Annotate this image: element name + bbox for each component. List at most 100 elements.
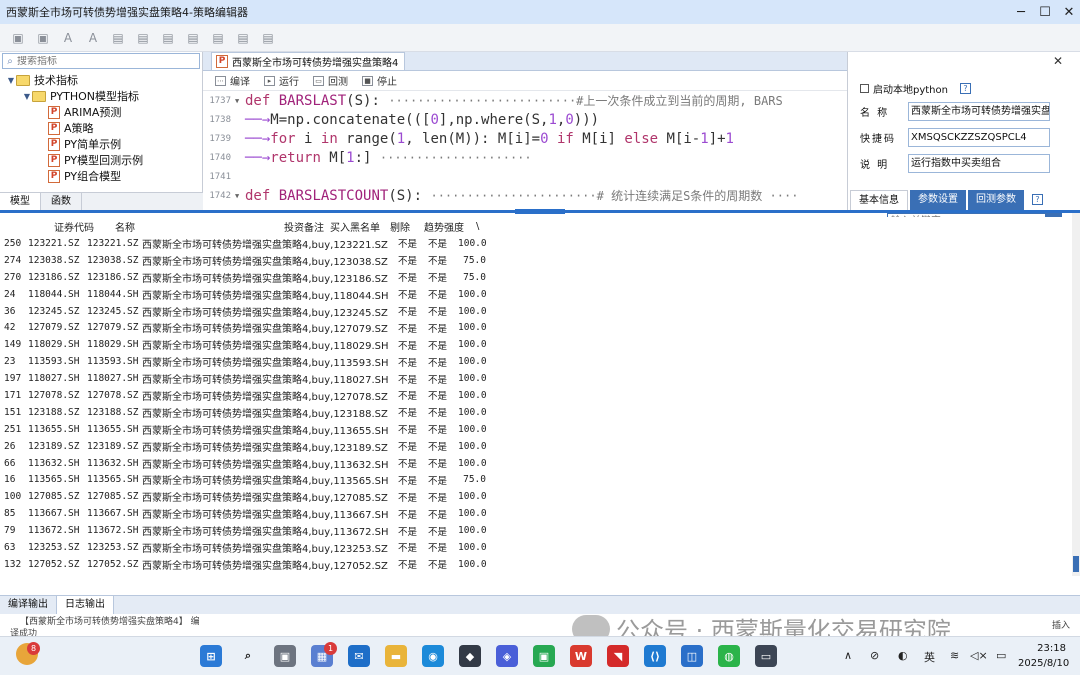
folder-icon[interactable]: ▬ xyxy=(385,645,407,667)
tab-compile-output[interactable]: 编译输出 xyxy=(0,596,56,614)
start-icon[interactable]: ⊞ xyxy=(200,645,222,667)
table-row[interactable]: 251 113655.SH 113655.SH 西蒙斯全市场可转债势增强实盘策略4,b… xyxy=(0,421,1072,438)
compile-button[interactable]: ⋯ 编译 xyxy=(215,73,250,88)
table-scrollbar[interactable] xyxy=(1072,213,1080,576)
mail-icon[interactable]: ✉ xyxy=(348,645,370,667)
table-row[interactable]: 171 127078.SZ 127078.SZ 西蒙斯全市场可转债势增强实盘策略4,b… xyxy=(0,387,1072,404)
table-row[interactable]: 42 127079.SZ 127079.SZ 西蒙斯全市场可转债势增强实盘策略4,bu… xyxy=(0,319,1072,336)
table-row[interactable]: 66 113632.SH 113632.SH 西蒙斯全市场可转债势增强实盘策略4,bu… xyxy=(0,455,1072,472)
tree-item[interactable]: P ARIMA预测 xyxy=(0,104,202,120)
edge-icon[interactable]: ◉ xyxy=(422,645,444,667)
paste-icon[interactable]: ▤ xyxy=(208,28,228,48)
tree-item[interactable]: P A策略 xyxy=(0,120,202,136)
splitter-handle[interactable] xyxy=(515,209,565,214)
help-doc-icon[interactable]: ▤ xyxy=(258,28,278,48)
wps-icon[interactable]: W xyxy=(570,645,592,667)
close-icon[interactable]: ✕ xyxy=(1053,54,1063,68)
tree-item[interactable]: ▼ PYTHON模型指标 xyxy=(0,88,202,104)
table-row[interactable]: 23 113593.SH 113593.SH 西蒙斯全市场可转债势增强实盘策略4,bu… xyxy=(0,353,1072,370)
code-line[interactable]: 1739 ──→for i in range(1, len(M)): M[i]=0… xyxy=(203,129,847,148)
app-icon[interactable]: ▣ xyxy=(533,645,555,667)
tab-basic-info[interactable]: 基本信息 xyxy=(850,190,908,210)
minimize-button[interactable]: ─ xyxy=(1010,1,1032,23)
tab-backtest-params[interactable]: 回测参数 xyxy=(968,190,1024,210)
font-decrease-icon[interactable]: A xyxy=(58,28,78,48)
task-view-icon[interactable]: ▣ xyxy=(274,645,296,667)
speaker-icon[interactable]: ◁× xyxy=(970,649,988,662)
tree-item[interactable]: P PY组合模型 xyxy=(0,168,202,184)
header-code[interactable]: 证券代码 xyxy=(28,219,115,234)
tree-item[interactable]: P PY模型回测示例 xyxy=(0,152,202,168)
header-excluded[interactable]: 剔除 xyxy=(390,219,424,234)
code-line[interactable]: 1742 ▼ def BARSLASTCOUNT(S): ·············… xyxy=(203,186,847,205)
table-row[interactable]: 274 123038.SZ 123038.SZ 西蒙斯全市场可转债势增强实盘策略4,b… xyxy=(0,252,1072,269)
ai-icon[interactable]: ◈ xyxy=(496,645,518,667)
table-row[interactable]: 132 127052.SZ 127052.SZ 西蒙斯全市场可转债势增强实盘策略4,b… xyxy=(0,556,1072,573)
code-line[interactable]: 1741 xyxy=(203,167,847,186)
indicator-search-input[interactable] xyxy=(17,55,199,67)
app-icon[interactable]: ▭ xyxy=(755,645,777,667)
table-row[interactable]: 270 123186.SZ 123186.SZ 西蒙斯全市场可转债势增强实盘策略4,b… xyxy=(0,269,1072,286)
tab-model[interactable]: 模型 xyxy=(0,193,41,210)
tab-function[interactable]: 函数 xyxy=(41,193,82,210)
code-area[interactable]: 1737 ▼ def BARSLAST(S): ··················… xyxy=(203,91,847,205)
shortcut-field[interactable]: XMSQSCKZZSZQSPCL4 xyxy=(908,127,1050,147)
tree-item[interactable]: P PY简单示例 xyxy=(0,136,202,152)
import-icon[interactable]: ▤ xyxy=(133,28,153,48)
table-row[interactable]: 26 123189.SZ 123189.SZ 西蒙斯全市场可转债势增强实盘策略4,bu… xyxy=(0,438,1072,455)
local-python-option[interactable]: 启动本地python ? xyxy=(850,78,1080,98)
table-row[interactable]: 151 123188.SZ 123188.SZ 西蒙斯全市场可转债势增强实盘策略4,b… xyxy=(0,404,1072,421)
expand-arrow-icon[interactable]: ▼ xyxy=(6,76,16,85)
description-field[interactable]: 运行指数中买卖组合 xyxy=(908,153,1050,173)
copy-icon[interactable]: ▤ xyxy=(183,28,203,48)
settings-icon[interactable]: ▤ xyxy=(233,28,253,48)
scrollbar-thumb[interactable] xyxy=(1073,556,1079,572)
tab-param-settings[interactable]: 参数设置 xyxy=(910,190,966,210)
font-increase-icon[interactable]: A xyxy=(83,28,103,48)
new-file-icon[interactable]: ▤ xyxy=(108,28,128,48)
wifi-icon[interactable]: ≋ xyxy=(950,649,959,662)
table-row[interactable]: 16 113565.SH 113565.SH 西蒙斯全市场可转债势增强实盘策略4,bu… xyxy=(0,471,1072,488)
table-row[interactable]: 197 118027.SH 118027.SH 西蒙斯全市场可转债势增强实盘策略4,b… xyxy=(0,370,1072,387)
shield-icon[interactable]: ◐ xyxy=(898,649,908,662)
search-icon[interactable]: ⌕ xyxy=(237,645,259,667)
quant-app-icon[interactable]: ◫ xyxy=(681,645,703,667)
header-trend[interactable]: 趋势强度 xyxy=(424,219,476,234)
tree-item[interactable]: ▼ 技术指标 xyxy=(0,72,202,88)
export-icon[interactable]: ▤ xyxy=(158,28,178,48)
app-icon[interactable]: ◆ xyxy=(459,645,481,667)
vscode-icon[interactable]: ⟨⟩ xyxy=(644,645,666,667)
table-row[interactable]: 63 123253.SZ 123253.SZ 西蒙斯全市场可转债势增强实盘策略4,bu… xyxy=(0,539,1072,556)
maximize-button[interactable]: ☐ xyxy=(1034,1,1056,23)
indicator-search[interactable]: ⌕ xyxy=(2,53,200,69)
input-method[interactable]: 英 xyxy=(924,649,935,665)
run-button[interactable]: ▸ 运行 xyxy=(264,73,299,88)
help-icon[interactable]: ? xyxy=(959,82,971,94)
table-row[interactable]: 149 118029.SH 118029.SH 西蒙斯全市场可转债势增强实盘策略4,b… xyxy=(0,336,1072,353)
help-icon[interactable]: ? xyxy=(1032,194,1043,205)
table-row[interactable]: 36 123245.SZ 123245.SZ 西蒙斯全市场可转债势增强实盘策略4,bu… xyxy=(0,303,1072,320)
code-line[interactable]: 1738 ──→M=np.concatenate(([0],np.where(S,… xyxy=(203,110,847,129)
clock[interactable]: 23:18 2025/8/10 xyxy=(1018,641,1069,671)
battery-icon[interactable]: ▭ xyxy=(996,649,1006,662)
app-icon[interactable]: ◥ xyxy=(607,645,629,667)
wechat-icon[interactable]: ◍ xyxy=(718,645,740,667)
save-as-icon[interactable]: ▣ xyxy=(33,28,53,48)
table-row[interactable]: 24 118044.SH 118044.SH 西蒙斯全市场可转债势增强实盘策略4,bu… xyxy=(0,286,1072,303)
chevron-up-icon[interactable]: ∧ xyxy=(844,649,852,662)
fold-icon[interactable]: ▼ xyxy=(235,97,245,105)
table-row[interactable]: 250 123221.SZ 123221.SZ 西蒙斯全市场可转债势增强实盘策略4,b… xyxy=(0,235,1072,252)
header-name[interactable]: 名称 xyxy=(115,219,284,234)
close-button[interactable]: ✕ xyxy=(1058,1,1080,23)
code-line[interactable]: 1740 ──→return M[1:] ····················… xyxy=(203,148,847,167)
backtest-button[interactable]: ▭ 回测 xyxy=(313,73,348,88)
name-field[interactable]: 西蒙斯全市场可转债势增强实盘策略4 xyxy=(908,101,1050,121)
header-remark[interactable]: 投资备注 xyxy=(284,219,330,234)
table-row[interactable]: 79 113672.SH 113672.SH 西蒙斯全市场可转债势增强实盘策略4,bu… xyxy=(0,522,1072,539)
tab-log-output[interactable]: 日志输出 xyxy=(56,596,114,614)
table-row[interactable]: 100 127085.SZ 127085.SZ 西蒙斯全市场可转债势增强实盘策略4,b… xyxy=(0,488,1072,505)
stop-button[interactable]: ■ 停止 xyxy=(362,73,397,88)
table-row[interactable]: 85 113667.SH 113667.SH 西蒙斯全市场可转债势增强实盘策略4,bu… xyxy=(0,505,1072,522)
local-python-checkbox[interactable] xyxy=(860,83,869,93)
save-icon[interactable]: ▣ xyxy=(8,28,28,48)
